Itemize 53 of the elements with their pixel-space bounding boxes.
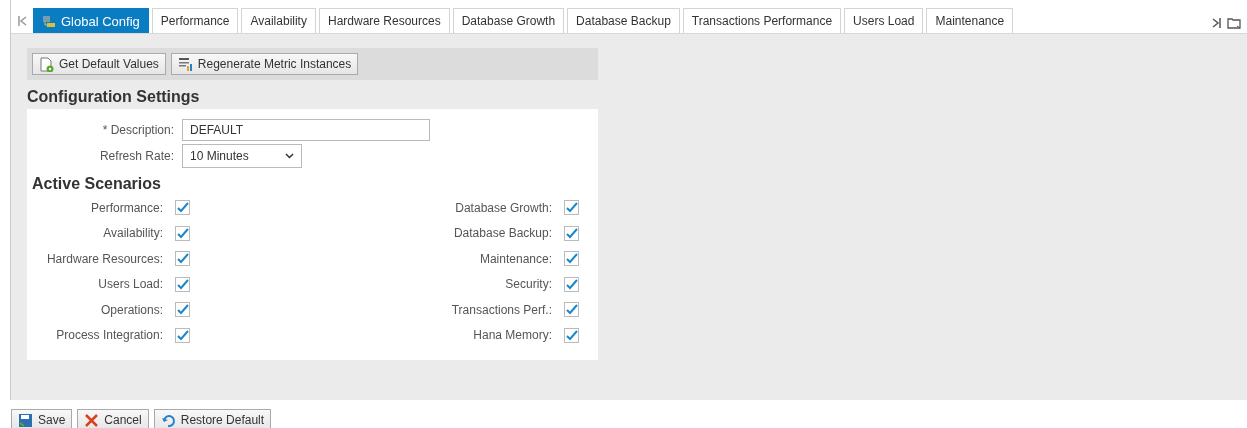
chevron-down-icon <box>285 153 294 159</box>
checkbox[interactable] <box>175 225 190 241</box>
checkbox-label: Database Backup: <box>452 226 553 241</box>
section-title: Configuration Settings <box>27 88 201 106</box>
first-page-icon <box>17 16 27 26</box>
checkbox[interactable] <box>175 200 190 216</box>
checkbox-label: Availability: <box>102 226 164 241</box>
regenerate-button[interactable]: Regenerate Metric Instances <box>170 53 359 75</box>
checkbox[interactable] <box>564 225 579 241</box>
tab[interactable]: Hardware Resources <box>318 8 450 33</box>
tab[interactable]: Transactions Performance <box>682 8 842 33</box>
checkbox-label: Performance: <box>89 200 164 215</box>
checkbox[interactable] <box>564 251 579 267</box>
checkbox-label: Database Growth: <box>454 200 553 215</box>
checkbox[interactable] <box>564 327 579 343</box>
folder-icon <box>1227 16 1241 29</box>
checkbox-label: Transactions Perf.: <box>450 302 553 317</box>
checkbox[interactable] <box>175 276 190 292</box>
tab[interactable]: Availability <box>241 8 316 33</box>
checkbox-label: Maintenance: <box>478 251 553 266</box>
checkbox[interactable] <box>564 302 579 318</box>
close-icon <box>84 412 100 428</box>
get-defaults-button[interactable]: Get Default Values <box>32 53 166 75</box>
checkbox-label: Security: <box>504 277 553 292</box>
checkbox-label: Hardware Resources: <box>45 251 164 266</box>
checkbox[interactable] <box>175 327 190 343</box>
last-page-icon <box>1212 17 1221 28</box>
checkbox[interactable] <box>564 276 579 292</box>
checkbox[interactable] <box>564 200 579 216</box>
checkbox[interactable] <box>175 302 190 318</box>
cancel-button[interactable]: Cancel <box>77 409 149 428</box>
field-label: Refresh Rate: <box>98 149 175 163</box>
config-icon <box>42 14 56 28</box>
section-title: Active Scenarios <box>32 175 162 193</box>
tab[interactable]: Users Load <box>844 8 924 33</box>
checkbox[interactable] <box>175 251 190 267</box>
tab[interactable]: Maintenance <box>926 8 1014 33</box>
tab[interactable]: Database Growth <box>452 8 565 33</box>
description-field[interactable]: DEFAULT <box>182 119 430 141</box>
refresh-rate-dropdown[interactable]: 10 Minutes <box>182 144 302 168</box>
save-button[interactable]: Save <box>11 409 73 428</box>
tab[interactable]: Database Backup <box>567 8 680 33</box>
tab[interactable]: Performance <box>151 8 239 33</box>
checkbox-label: Hana Memory: <box>472 328 553 343</box>
restore-default-button[interactable]: Restore Default <box>153 409 272 428</box>
checkbox-label: Users Load: <box>97 277 164 292</box>
checkbox-label: Operations: <box>99 302 164 317</box>
tab[interactable]: Global Config <box>33 8 149 33</box>
table-chart-icon <box>177 56 193 72</box>
checkbox-label: Process Integration: <box>55 328 164 343</box>
document-gear-icon <box>39 56 54 72</box>
undo-icon <box>160 412 176 428</box>
field-label: * Description: <box>101 123 175 137</box>
